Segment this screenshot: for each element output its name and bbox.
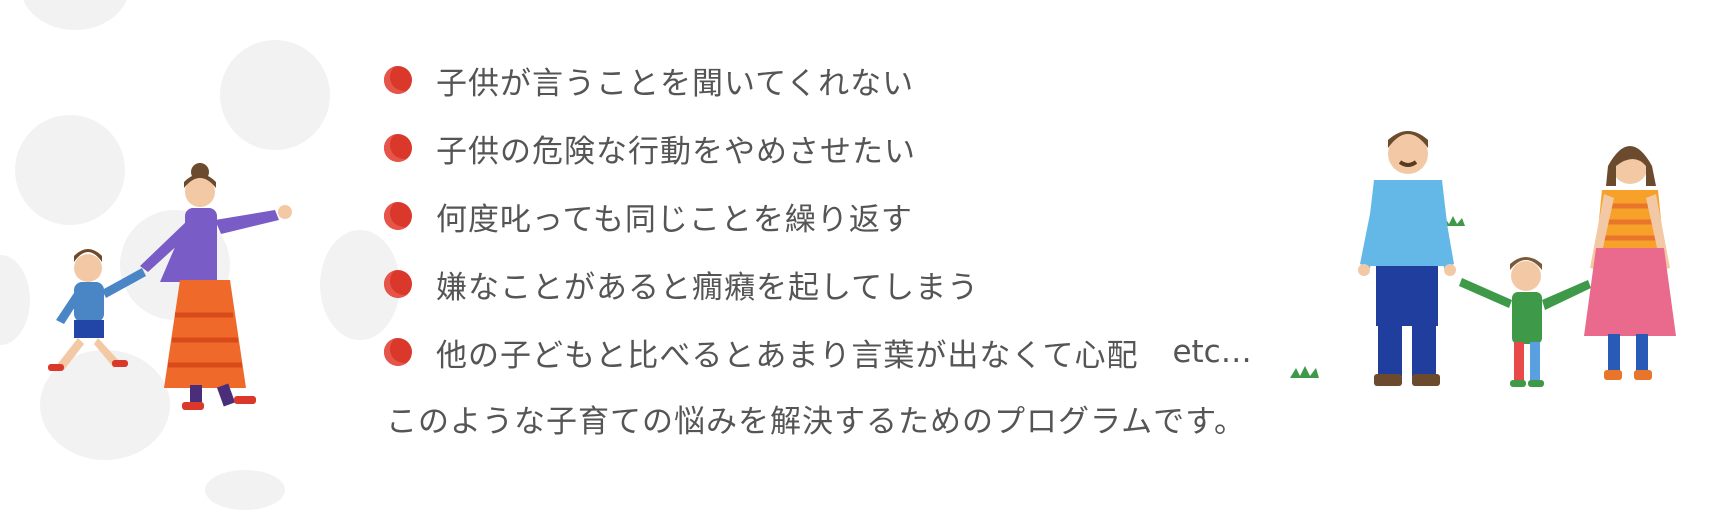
etc-label: etc… xyxy=(1172,334,1252,370)
concern-text: 子供が言うことを聞いてくれない xyxy=(436,65,915,102)
background-blob xyxy=(20,0,130,30)
bullet-icon xyxy=(384,134,412,162)
bullet-icon xyxy=(384,66,412,94)
mother-child-walking-illustration xyxy=(48,163,292,410)
closing-statement: このような子育ての悩みを解決するためのプログラムです。 xyxy=(386,404,1246,440)
concern-text: 他の子どもと比べるとあまり言葉が出なくて心配 xyxy=(436,337,1139,374)
background-blob xyxy=(205,470,285,510)
concern-list: 子供が言うことを聞いてくれない 子供の危険な行動をやめさせたい 何度叱っても同じ… xyxy=(384,46,1252,386)
concern-text: 嫌なことがあると癇癪を起してしまう xyxy=(436,269,980,306)
concern-text: 子供の危険な行動をやめさせたい xyxy=(436,133,916,170)
bullet-icon xyxy=(384,270,412,298)
background-blob xyxy=(0,255,30,345)
list-item: 子供が言うことを聞いてくれない xyxy=(384,46,1252,114)
bullet-icon xyxy=(384,202,412,230)
background-blob xyxy=(220,40,330,150)
list-item: 嫌なことがあると癇癪を起してしまう xyxy=(384,250,1252,318)
bullet-icon xyxy=(384,338,412,366)
list-item: 何度叱っても同じことを繰り返す xyxy=(384,182,1252,250)
concern-text: 何度叱っても同じことを繰り返す xyxy=(436,201,913,238)
list-item: 他の子どもと比べるとあまり言葉が出なくて心配 etc… xyxy=(384,318,1252,386)
list-item: 子供の危険な行動をやめさせたい xyxy=(384,114,1252,182)
family-holding-hands-illustration xyxy=(1290,131,1676,387)
